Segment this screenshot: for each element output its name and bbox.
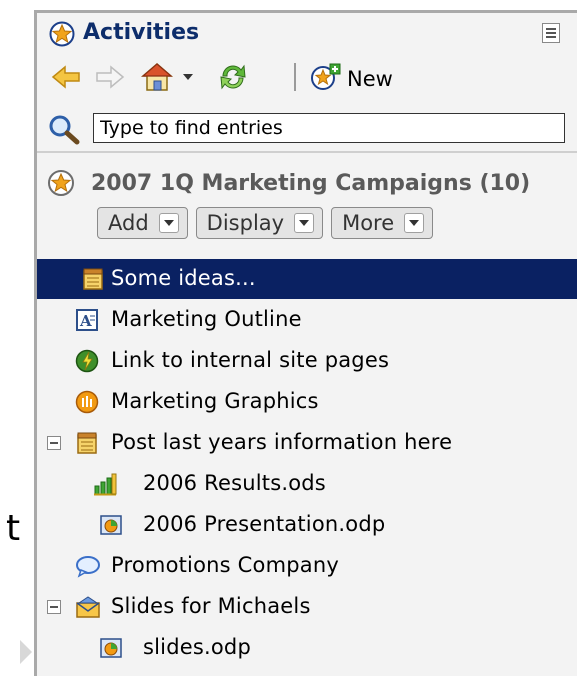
speech-bubble-icon — [75, 554, 100, 578]
mail-folder-icon — [75, 595, 100, 619]
chevron-down-icon — [158, 213, 179, 233]
collapse-toggle[interactable] — [47, 600, 61, 614]
new-button-label[interactable]: New — [347, 67, 393, 91]
more-label: More — [342, 211, 395, 235]
list-item-slides-odp[interactable]: slides.odp — [37, 628, 577, 668]
list-item-some-ideas[interactable]: Some ideas... — [37, 259, 577, 299]
activity-name[interactable]: 2007 1Q Marketing Campaigns (10) — [91, 171, 530, 196]
activity-star-icon — [47, 169, 75, 201]
new-activity-icon[interactable] — [309, 61, 341, 93]
spreadsheet-icon — [93, 472, 117, 496]
link-icon — [75, 349, 99, 373]
entry-label: Promotions Company — [111, 553, 339, 577]
more-dropdown-button[interactable]: More — [331, 207, 434, 239]
display-label: Display — [206, 211, 285, 235]
left-gutter: t — [0, 0, 34, 676]
panel-title: Activities — [83, 20, 200, 45]
list-item-marketing-outline[interactable]: A Marketing Outline — [37, 300, 577, 340]
panel-menu-icon[interactable] — [542, 23, 560, 43]
chevron-down-icon — [294, 213, 315, 233]
presentation-icon — [99, 636, 123, 660]
back-arrow-icon[interactable] — [51, 61, 81, 93]
activities-panel: Activities New Type to find entries 2007… — [34, 10, 577, 676]
entry-label: 2006 Results.ods — [143, 471, 326, 495]
entry-label: Post last years information here — [111, 430, 453, 454]
list-item-promotions[interactable]: Promotions Company — [37, 546, 577, 586]
entry-label: Marketing Outline — [111, 307, 302, 331]
search-row — [37, 109, 577, 149]
notepad-icon — [81, 267, 105, 291]
search-icon — [47, 113, 81, 149]
panel-titlebar: Activities — [37, 13, 577, 51]
document-a-icon: A — [75, 308, 99, 332]
add-dropdown-button[interactable]: Add — [97, 207, 188, 239]
list-item-marketing-graphics[interactable]: Marketing Graphics — [37, 382, 577, 422]
list-item-link-internal[interactable]: Link to internal site pages — [37, 341, 577, 381]
collapse-arrow-icon[interactable] — [20, 640, 32, 664]
toolbar-separator — [294, 63, 296, 91]
entry-label: Marketing Graphics — [111, 389, 319, 413]
refresh-icon[interactable] — [217, 61, 249, 93]
graphics-icon — [75, 390, 99, 414]
list-item-slides-for-michaels[interactable]: Slides for Michaels — [37, 587, 577, 627]
notepad-icon — [75, 431, 99, 455]
home-icon[interactable] — [141, 61, 173, 93]
display-dropdown-button[interactable]: Display — [195, 207, 324, 239]
chevron-down-icon — [404, 213, 425, 233]
toolbar: New — [37, 55, 577, 99]
activities-star-icon — [49, 21, 75, 51]
entry-label: 2006 Presentation.odp — [143, 512, 386, 536]
svg-text:A: A — [79, 312, 92, 330]
activity-header: 2007 1Q Marketing Campaigns (10) Add Dis… — [37, 159, 577, 249]
list-item-2006-results[interactable]: 2006 Results.ods — [37, 464, 577, 504]
divider — [37, 151, 577, 153]
entry-label: Slides for Michaels — [111, 594, 311, 618]
stray-text: t — [6, 508, 21, 549]
activity-actions: Add Display More — [97, 207, 434, 239]
entry-label: Link to internal site pages — [111, 348, 390, 372]
entry-label: Some ideas... — [111, 266, 256, 290]
collapse-toggle[interactable] — [47, 436, 61, 450]
list-item-post-last-years[interactable]: Post last years information here — [37, 423, 577, 463]
search-input[interactable] — [93, 113, 565, 143]
entry-label: slides.odp — [143, 635, 251, 659]
list-item-2006-presentation[interactable]: 2006 Presentation.odp — [37, 505, 577, 545]
forward-arrow-icon[interactable] — [95, 61, 125, 93]
add-label: Add — [108, 211, 149, 235]
presentation-icon — [99, 513, 123, 537]
chevron-down-icon[interactable] — [181, 61, 195, 93]
